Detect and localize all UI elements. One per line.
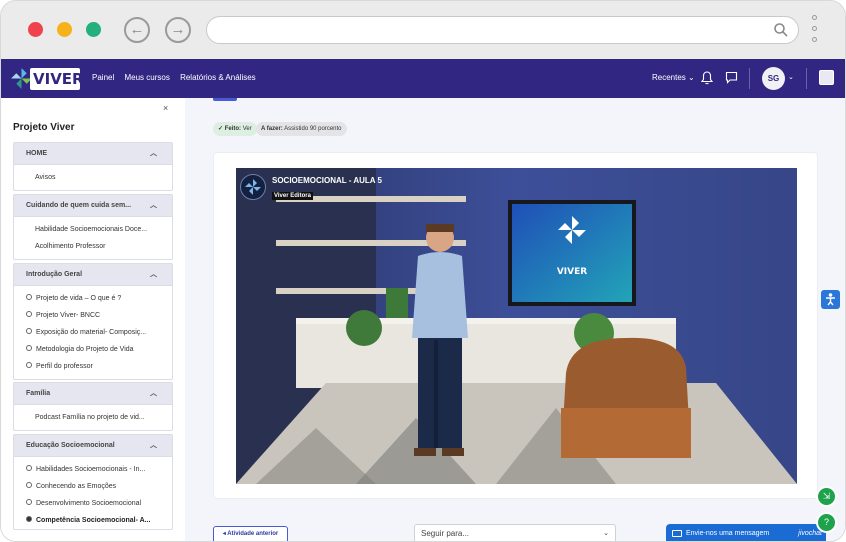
menu-item-painel[interactable]: Painel <box>92 73 114 82</box>
section-familia: Família ︿ Podcast Família no projeto de v… <box>13 382 173 431</box>
chevron-up-icon[interactable]: ︿ <box>150 264 157 286</box>
browser-menu-icon[interactable] <box>812 15 818 48</box>
logo-wordmark: VIVER <box>30 68 84 90</box>
video-title[interactable]: SOCIOEMOCIONAL - AULA 5 <box>272 176 382 185</box>
list-item[interactable]: Exposição do material- Composiç... <box>14 324 172 341</box>
section-header[interactable]: Família ︿ <box>14 383 172 405</box>
list-item-active[interactable]: Competência Socioemocional- A... <box>14 512 172 529</box>
section-header[interactable]: Educação Socioemocional ︿ <box>14 435 172 457</box>
list-item[interactable]: Habilidade Socioemocionais Doce... <box>14 221 172 238</box>
section-header[interactable]: Introdução Geral ︿ <box>14 264 172 286</box>
list-item[interactable]: Metodologia do Projeto de Vida <box>14 341 172 358</box>
chevron-down-icon[interactable]: ⌄ <box>788 73 794 81</box>
list-item[interactable]: Podcast Família no projeto de vid... <box>14 409 172 426</box>
video-channel[interactable]: Viver Editora <box>272 192 313 200</box>
list-item[interactable]: Projeto Viver- BNCC <box>14 307 172 324</box>
bell-icon[interactable] <box>701 71 713 85</box>
chevron-up-icon[interactable]: ︿ <box>150 195 157 217</box>
channel-avatar-icon[interactable] <box>240 174 266 200</box>
list-item[interactable]: Perfil do professor <box>14 358 172 375</box>
list-item[interactable]: Acolhimento Professor <box>14 238 172 255</box>
course-index-sidebar: × Projeto Viver HOME ︿ Avisos Cuidando de… <box>1 98 185 541</box>
section-cuidando: Cuidando de quem cuida sem... ︿ Habilidad… <box>13 194 173 260</box>
list-item[interactable]: Projeto de vida – O que é ? <box>14 290 172 307</box>
previous-activity-button[interactable]: ◂ Atividade anterior <box>213 526 288 541</box>
window-maximize-dot[interactable] <box>86 22 101 37</box>
search-icon[interactable] <box>773 22 789 38</box>
list-item[interactable]: Habilidades Socioemocionais - In... <box>14 461 172 478</box>
chat-bubble-icon[interactable] <box>725 71 738 84</box>
jivochat-widget[interactable]: Envie-nos uma mensagem jivochat <box>666 524 826 541</box>
video-card: VIVER SOCIOEMOCIONAL - AULA 5 Viver Edit… <box>213 152 818 499</box>
completion-badge-done: ✓ Feito: Ver <box>213 122 257 136</box>
chevron-up-icon[interactable]: ︿ <box>150 435 157 457</box>
menu-item-relatorios[interactable]: Relatórios & Análises <box>180 73 256 82</box>
recentes-dropdown[interactable]: Recentes ⌄ <box>652 73 695 82</box>
browser-window: ← → VIVER Painel Meus cursos Relatórios … <box>0 0 846 542</box>
video-player[interactable]: VIVER SOCIOEMOCIONAL - AULA 5 Viver Edit… <box>236 168 797 484</box>
main-menu: Painel Meus cursos Relatórios & Análises <box>92 73 264 82</box>
section-introducao: Introdução Geral ︿ Projeto de vida – O qu… <box>13 263 173 380</box>
navbar-divider <box>749 68 750 89</box>
close-icon[interactable]: × <box>163 103 168 113</box>
expand-icon[interactable]: ⇲ <box>816 486 837 507</box>
list-item[interactable]: Conhecendo as Emoções <box>14 478 172 495</box>
chevron-up-icon[interactable]: ︿ <box>150 143 157 165</box>
course-title: Projeto Viver <box>13 122 75 133</box>
browser-chrome: ← → <box>1 1 845 59</box>
back-arrow-icon[interactable]: ← <box>124 17 150 43</box>
accessibility-icon[interactable] <box>821 290 840 309</box>
chevron-down-icon: ⌄ <box>603 530 609 537</box>
active-indicator <box>213 98 237 101</box>
url-bar[interactable] <box>206 16 799 44</box>
drawer-toggle-icon[interactable] <box>819 70 834 85</box>
help-icon[interactable]: ? <box>816 512 837 533</box>
navbar-divider <box>806 68 807 89</box>
main-content: ✓ Feito: Ver A fazer: Assistido 90 porce… <box>185 98 845 541</box>
video-frame-illustration: VIVER <box>236 168 797 484</box>
menu-item-meus-cursos[interactable]: Meus cursos <box>124 73 169 82</box>
list-item[interactable]: Avisos <box>14 169 172 186</box>
section-educacao-socioemocional: Educação Socioemocional ︿ Habilidades Soc… <box>13 434 173 530</box>
user-avatar[interactable]: SG <box>762 67 785 90</box>
chevron-up-icon[interactable]: ︿ <box>150 383 157 405</box>
window-minimize-dot[interactable] <box>57 22 72 37</box>
site: VIVER Painel Meus cursos Relatórios & An… <box>1 59 845 541</box>
viver-logo[interactable]: VIVER <box>9 66 84 91</box>
forward-arrow-icon[interactable]: → <box>165 17 191 43</box>
window-close-dot[interactable] <box>28 22 43 37</box>
completion-badge-todo: A fazer: Assistido 90 porcento <box>256 122 347 136</box>
section-header[interactable]: Cuidando de quem cuida sem... ︿ <box>14 195 172 217</box>
mail-icon <box>672 530 682 537</box>
top-navbar: VIVER Painel Meus cursos Relatórios & An… <box>1 59 845 98</box>
tv-logo-text: VIVER <box>557 267 587 277</box>
section-home: HOME ︿ Avisos <box>13 142 173 191</box>
jump-to-select[interactable]: Seguir para... ⌄ <box>414 524 616 541</box>
list-item[interactable]: Desenvolvimento Socioemocional <box>14 495 172 512</box>
section-header[interactable]: HOME ︿ <box>14 143 172 165</box>
